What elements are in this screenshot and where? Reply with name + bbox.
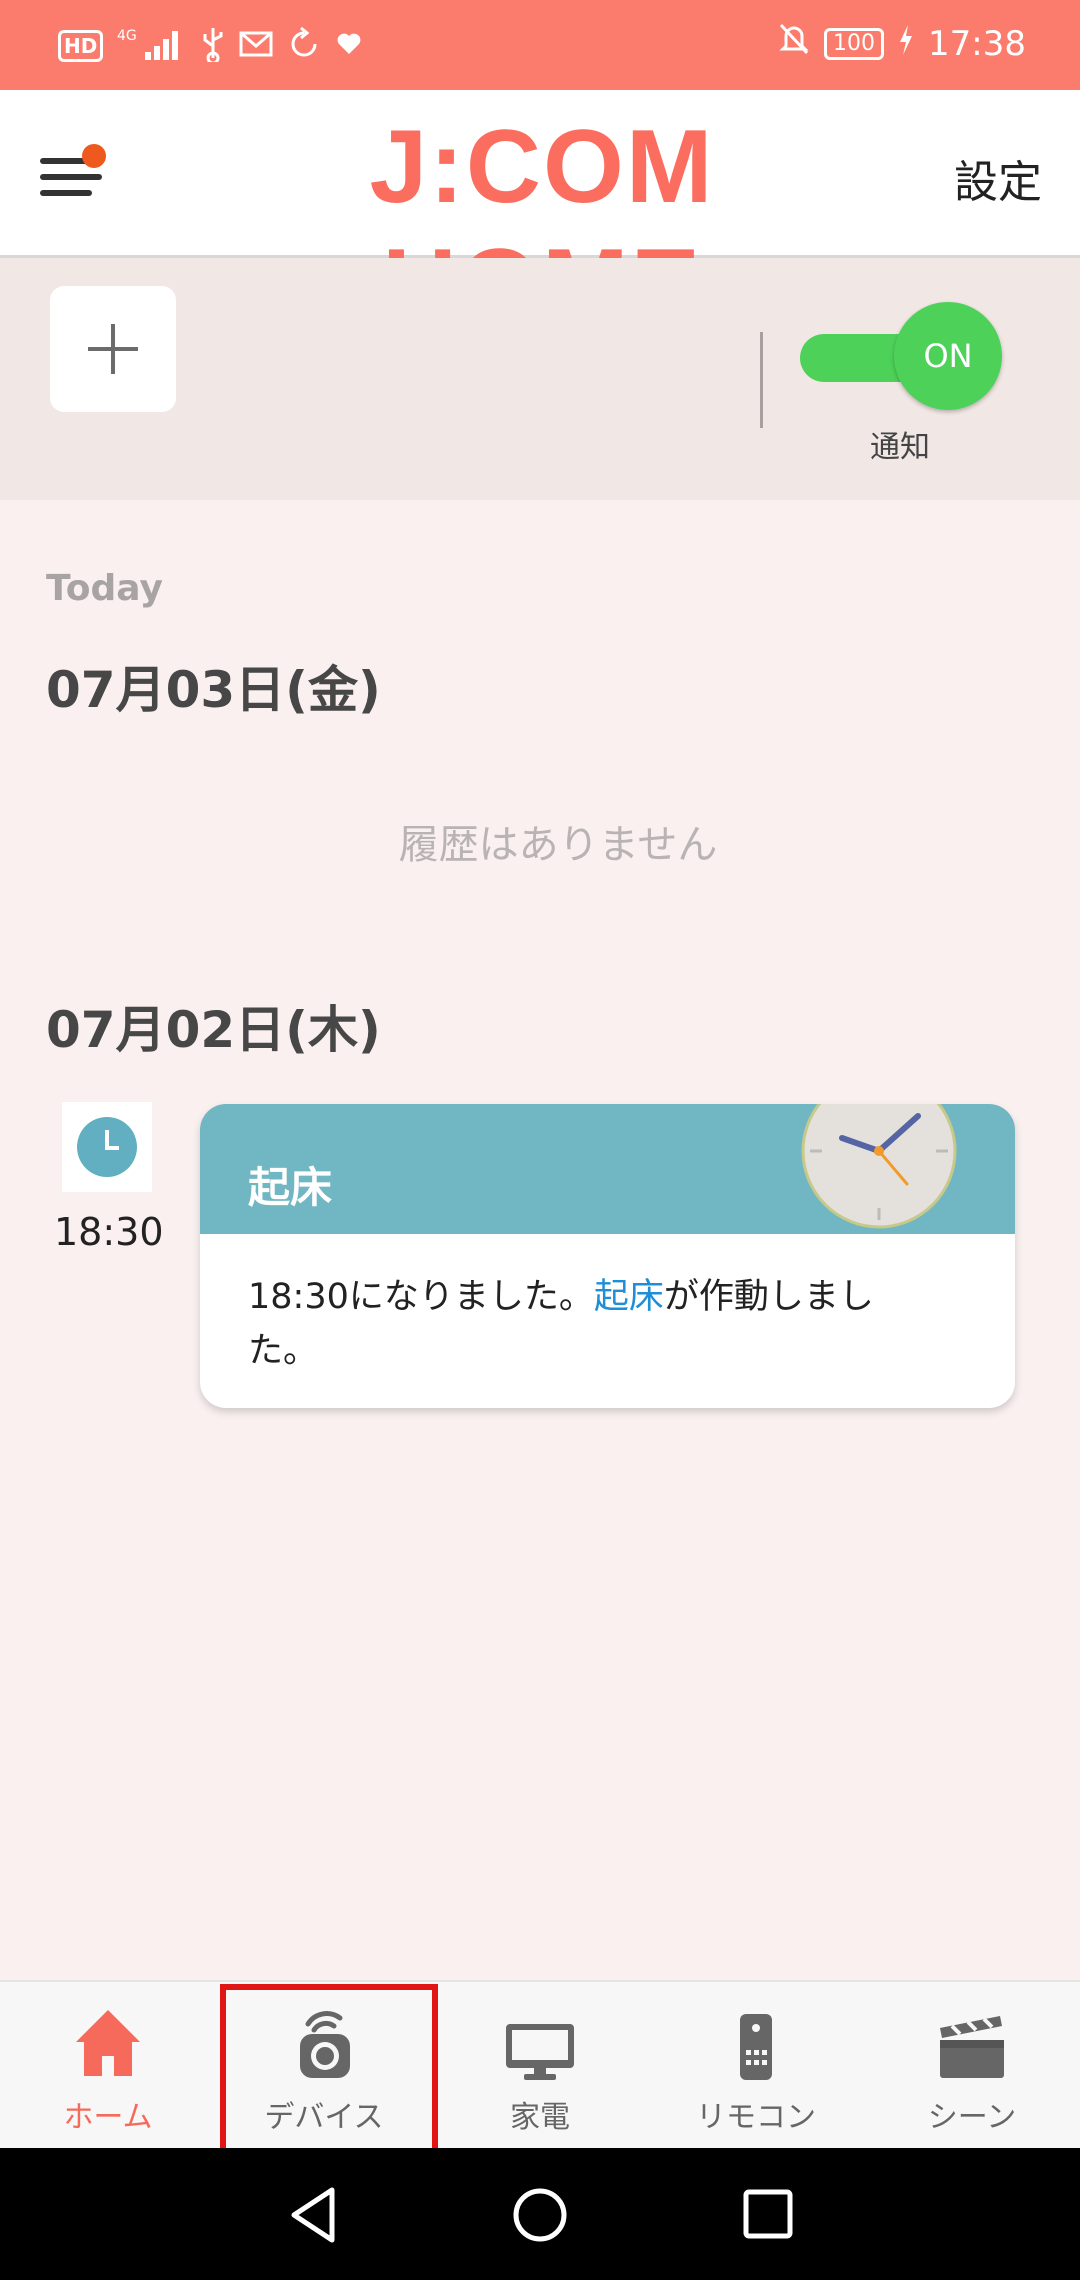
camera-device-icon [300, 2011, 350, 2078]
sync-icon [287, 26, 321, 65]
hd-icon: HD [58, 30, 104, 62]
nav-remote[interactable]: リモコン [648, 1982, 864, 2150]
nav-device[interactable]: デバイス [216, 1982, 432, 2150]
notification-toggle[interactable]: ON [800, 302, 1002, 412]
network-type-label: 4G [117, 28, 137, 44]
event-message-text: 18:30になりました。 [248, 1277, 594, 1317]
nav-label: デバイス [264, 2100, 384, 2135]
toggle-knob: ON [894, 302, 1002, 410]
back-icon[interactable] [280, 2180, 350, 2250]
clock-time: 17:38 [928, 23, 1026, 64]
date-header: 07月03日(金) [46, 661, 381, 719]
mail-icon [239, 29, 273, 63]
status-icons-left: HD 4G [58, 26, 363, 66]
battery-indicator: 100 [824, 27, 885, 60]
nav-label: ホーム [63, 2100, 153, 2135]
today-label: Today [46, 568, 163, 609]
monitor-icon [506, 2024, 574, 2080]
timer-icon [62, 1102, 152, 1192]
nav-label: リモコン [696, 2100, 816, 2135]
recents-icon[interactable] [734, 2180, 804, 2250]
signal-icon: 4G [117, 26, 187, 66]
event-message: 18:30になりました。起床が作動しました。 [248, 1270, 908, 1378]
status-icons-right: 100 17:38 [778, 22, 1026, 65]
remote-control-icon [740, 2014, 772, 2080]
top-panel: ON 通知 [0, 258, 1080, 500]
nav-label: シーン [927, 2100, 1017, 2135]
event-title: 起床 [248, 1163, 333, 1212]
notification-label: 通知 [870, 430, 930, 465]
home-icon [76, 2010, 140, 2076]
clapperboard-icon [940, 2016, 1004, 2078]
empty-history-text: 履歴はありません [398, 822, 718, 868]
charging-icon [898, 24, 914, 64]
nav-home[interactable]: ホーム [0, 1982, 216, 2150]
menu-button[interactable] [40, 144, 106, 210]
event-card[interactable]: 起床 18:30になりました。起床が作動しました。 [200, 1104, 1015, 1408]
divider [760, 332, 763, 428]
status-bar: HD 4G 100 17:38 [0, 0, 1080, 90]
settings-button[interactable]: 設定 [954, 146, 1042, 210]
date-header: 07月02日(木) [46, 1001, 381, 1059]
health-icon [335, 30, 363, 62]
system-nav-bar [0, 2148, 1080, 2280]
add-button[interactable] [50, 286, 176, 412]
event-link[interactable]: 起床 [594, 1277, 664, 1317]
notification-dot [82, 144, 106, 168]
home-circle-icon[interactable] [505, 2180, 575, 2250]
nav-appliance[interactable]: 家電 [432, 1982, 648, 2150]
event-time: 18:30 [54, 1210, 164, 1254]
event-card-header: 起床 [200, 1104, 1015, 1234]
usb-icon [201, 26, 225, 66]
clock-illustration-icon [801, 1104, 957, 1229]
nav-label: 家電 [510, 2100, 570, 2135]
app-header: J:COM HOME 設定 [0, 90, 1080, 344]
nav-scene[interactable]: シーン [864, 1982, 1080, 2150]
bell-off-icon [778, 22, 810, 65]
bottom-nav: ホーム デバイス 家電 リモコン シーン [0, 1980, 1080, 2148]
